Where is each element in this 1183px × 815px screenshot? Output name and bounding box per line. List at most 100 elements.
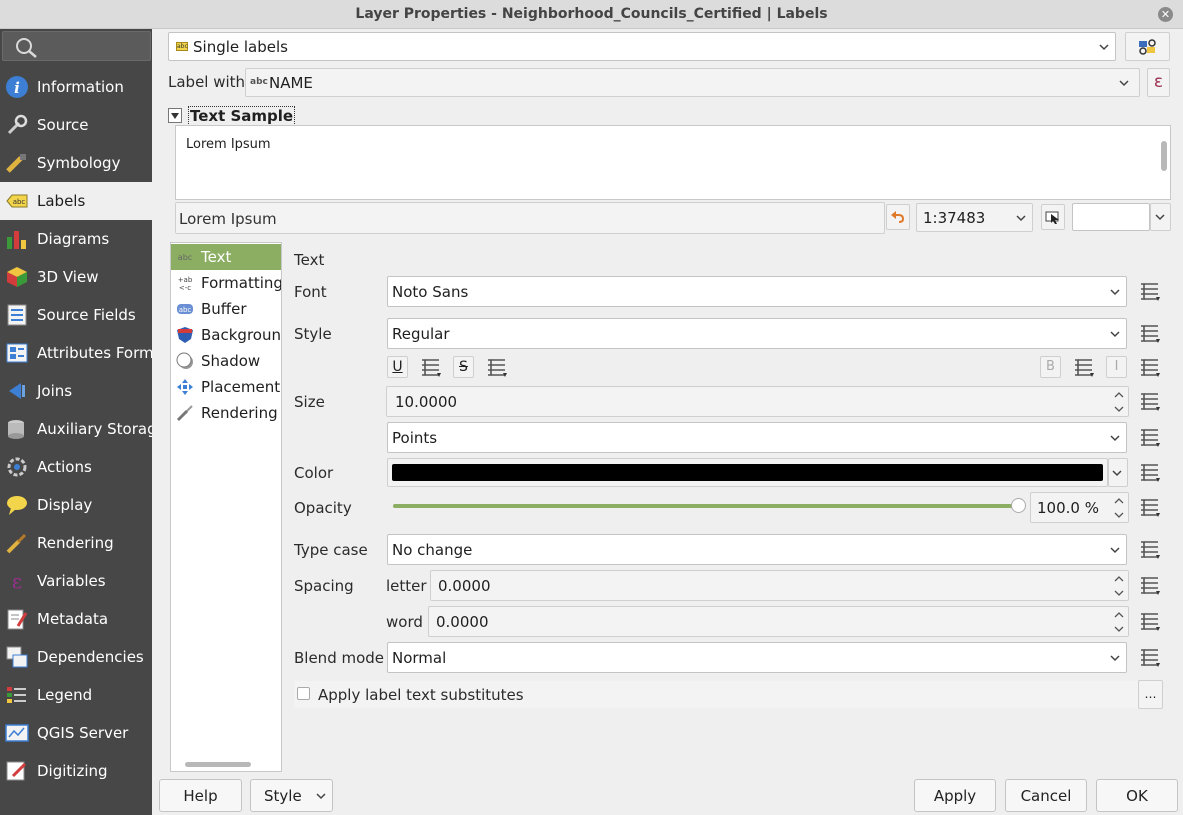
cancel-button[interactable]: Cancel: [1005, 779, 1087, 812]
preview-scrollbar[interactable]: [1161, 141, 1167, 171]
spin-up-icon[interactable]: [1112, 572, 1126, 586]
spin-down-icon[interactable]: [1112, 622, 1126, 636]
label-field-combo[interactable]: abc NAME: [245, 68, 1140, 97]
set-scale-from-canvas-button[interactable]: [1041, 204, 1065, 230]
sidebar-item-symbology[interactable]: Symbology: [0, 144, 152, 182]
word-spacing-spinbox[interactable]: 0.0000: [428, 606, 1129, 637]
help-button[interactable]: Help: [159, 779, 242, 812]
background-color-field[interactable]: [1072, 203, 1150, 231]
data-defined-override-button[interactable]: [1138, 496, 1162, 518]
ok-button[interactable]: OK: [1096, 779, 1178, 812]
tabs-scrollbar[interactable]: [185, 762, 251, 767]
spin-up-icon[interactable]: [1112, 494, 1126, 508]
labeling-mode-combo[interactable]: abc Single labels: [168, 32, 1116, 61]
text-sample-header[interactable]: Text Sample: [188, 106, 296, 126]
data-defined-override-button[interactable]: [485, 356, 509, 378]
sidebar-item-actions[interactable]: Actions: [0, 448, 152, 486]
data-defined-override-button[interactable]: [1138, 461, 1162, 483]
data-defined-override-button[interactable]: [1138, 356, 1162, 378]
type-case-combo[interactable]: No change: [387, 534, 1127, 565]
tab-formatting[interactable]: +ab <-c Formatting: [171, 270, 281, 296]
data-defined-override-button[interactable]: [1138, 574, 1162, 596]
blend-mode-combo[interactable]: Normal: [387, 642, 1127, 673]
sidebar-item-attributes-form[interactable]: Attributes Form: [0, 334, 152, 372]
tab-placement[interactable]: Placement: [171, 374, 281, 400]
data-defined-override-button[interactable]: [1138, 646, 1162, 668]
spin-down-icon[interactable]: [1112, 586, 1126, 600]
labeling-mode-value: Single labels: [193, 38, 288, 56]
data-defined-override-icon: [1075, 359, 1094, 377]
data-defined-override-button[interactable]: [1072, 356, 1096, 378]
strikeout-button[interactable]: S: [453, 356, 474, 378]
data-defined-override-button[interactable]: [419, 356, 443, 378]
type-case-value: No change: [392, 541, 473, 559]
sidebar-item-auxiliary-storage[interactable]: Auxiliary Storage: [0, 410, 152, 448]
sidebar-item-dependencies[interactable]: Dependencies: [0, 638, 152, 676]
sidebar-item-diagrams[interactable]: Diagrams: [0, 220, 152, 258]
reset-sample-button[interactable]: [886, 204, 910, 230]
spin-up-icon[interactable]: [1112, 608, 1126, 622]
size-spinbox[interactable]: 10.0000: [386, 386, 1129, 417]
sidebar-item-joins[interactable]: Joins: [0, 372, 152, 410]
chevron-down-icon: [1110, 434, 1120, 441]
sidebar-item-digitizing[interactable]: Digitizing: [0, 752, 152, 790]
letter-spacing-value: 0.0000: [438, 577, 491, 595]
sidebar-item-label: QGIS Server: [37, 724, 129, 742]
scale-combo[interactable]: 1:37483: [916, 203, 1033, 232]
collapse-toggle[interactable]: [168, 108, 182, 123]
tab-text[interactable]: abc Text: [171, 244, 281, 270]
sidebar-item-source-fields[interactable]: Source Fields: [0, 296, 152, 334]
data-defined-override-button[interactable]: [1138, 538, 1162, 560]
letter-spacing-spinbox[interactable]: 0.0000: [430, 570, 1129, 601]
apply-button[interactable]: Apply: [914, 779, 996, 812]
sidebar-item-label: Legend: [37, 686, 93, 704]
svg-text:i: i: [14, 79, 20, 97]
data-defined-override-button[interactable]: [1138, 426, 1162, 448]
tab-rendering[interactable]: Rendering: [171, 400, 281, 426]
italic-button[interactable]: I: [1106, 356, 1127, 378]
font-combo[interactable]: Noto Sans: [387, 276, 1127, 307]
data-defined-override-button[interactable]: [1138, 390, 1162, 412]
color-dropdown[interactable]: [1108, 458, 1128, 487]
data-defined-override-button[interactable]: [1138, 610, 1162, 632]
undo-icon: [891, 211, 905, 223]
tab-buffer[interactable]: abc Buffer: [171, 296, 281, 322]
color-button[interactable]: [387, 458, 1108, 487]
sidebar-item-labels[interactable]: abc Labels: [0, 182, 152, 220]
sidebar-item-qgis-server[interactable]: QGIS Server: [0, 714, 152, 752]
substitutes-config-button[interactable]: …: [1138, 680, 1163, 709]
tab-shadow[interactable]: Shadow: [171, 348, 281, 374]
spacing-label: Spacing: [294, 577, 354, 595]
sidebar-item-rendering[interactable]: Rendering: [0, 524, 152, 562]
opacity-spinbox[interactable]: 100.0 %: [1030, 492, 1129, 523]
sidebar-item-legend[interactable]: Legend: [0, 676, 152, 714]
tab-label: Text: [201, 248, 232, 266]
sidebar-item-metadata[interactable]: Metadata: [0, 600, 152, 638]
spin-up-icon[interactable]: [1112, 388, 1126, 402]
rule-settings-button[interactable]: [1125, 32, 1170, 61]
spin-down-icon[interactable]: [1112, 402, 1126, 416]
opacity-slider[interactable]: [393, 498, 1026, 513]
style-combo[interactable]: Regular: [387, 318, 1127, 349]
sidebar-item-3d-view[interactable]: 3D View: [0, 258, 152, 296]
search-input[interactable]: [2, 31, 151, 61]
data-defined-override-button[interactable]: [1138, 322, 1162, 344]
sample-text-input[interactable]: Lorem Ipsum: [175, 202, 885, 234]
bold-button[interactable]: B: [1040, 356, 1061, 378]
opacity-slider-handle[interactable]: [1011, 498, 1026, 513]
tab-background[interactable]: Background: [171, 322, 281, 348]
expression-button[interactable]: ε: [1147, 68, 1170, 97]
substitutes-checkbox[interactable]: [297, 687, 310, 700]
sidebar-item-variables[interactable]: ε Variables: [0, 562, 152, 600]
close-button[interactable]: ✕: [1158, 7, 1173, 22]
spin-down-icon[interactable]: [1112, 508, 1126, 522]
sidebar-item-display[interactable]: Display: [0, 486, 152, 524]
underline-button[interactable]: U: [387, 356, 408, 378]
background-color-dropdown[interactable]: [1150, 203, 1171, 231]
sidebar-item-source[interactable]: Source: [0, 106, 152, 144]
chevron-down-icon: [1099, 43, 1109, 50]
style-menu-button[interactable]: Style: [250, 779, 333, 812]
data-defined-override-button[interactable]: [1138, 280, 1162, 302]
sidebar-item-information[interactable]: i Information: [0, 68, 152, 106]
size-units-combo[interactable]: Points: [387, 422, 1127, 453]
